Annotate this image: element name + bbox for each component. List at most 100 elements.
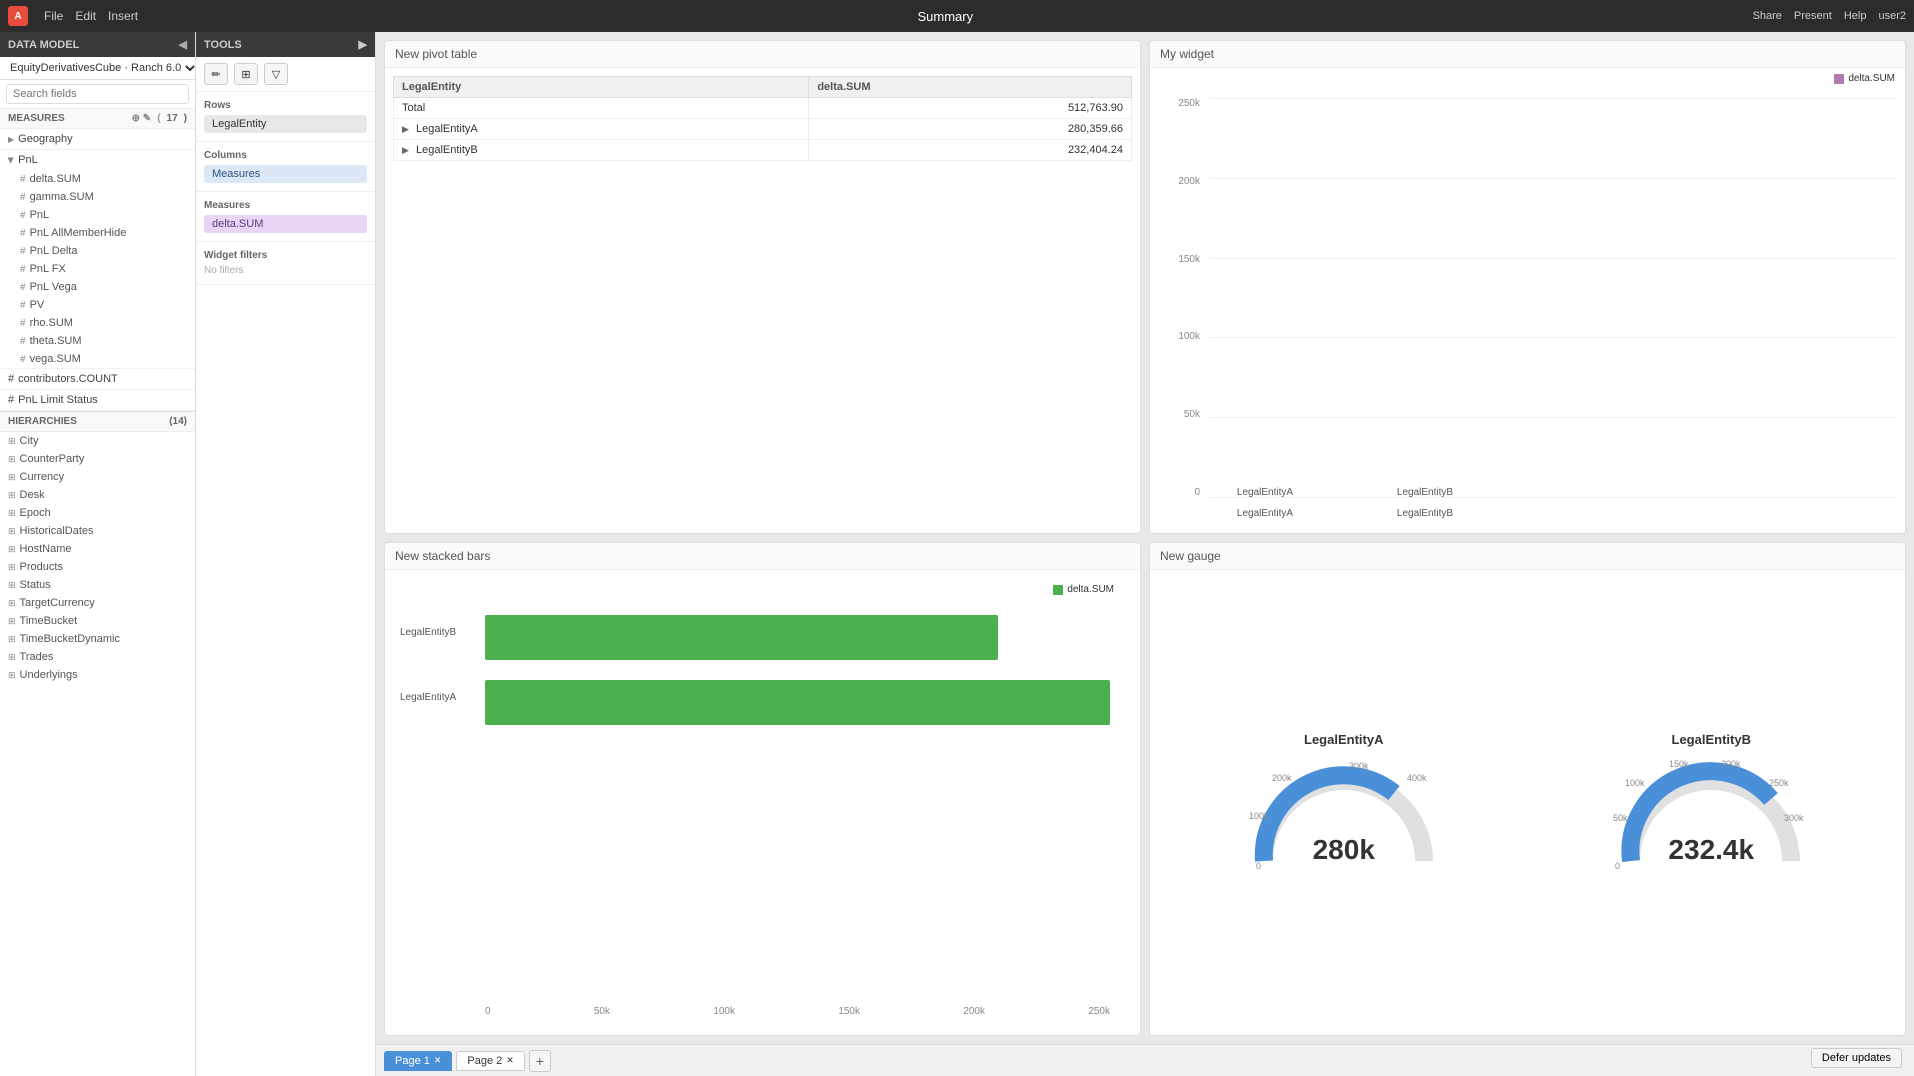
- stacked-legend-dot: [1053, 585, 1063, 595]
- measures-icons[interactable]: ⊕ ✎: [132, 113, 152, 124]
- menu-edit[interactable]: Edit: [75, 9, 96, 23]
- gauge-b-svg-container: 0 50k 100k 150k 200k 250k 300k 232.4k: [1611, 751, 1811, 874]
- hier-targetcurrency[interactable]: ⊞ TargetCurrency: [0, 594, 195, 612]
- measure-rho-sum[interactable]: # rho.SUM: [0, 314, 195, 332]
- contributors-label: contributors.COUNT: [18, 373, 118, 385]
- hash-icon: #: [20, 318, 26, 329]
- svg-text:200k: 200k: [1272, 773, 1292, 783]
- y-label-250k: 250k: [1160, 98, 1200, 109]
- hash-icon: #: [20, 174, 26, 185]
- measure-pnl-fx[interactable]: # PnL FX: [0, 260, 195, 278]
- hier-status[interactable]: ⊞ Status: [0, 576, 195, 594]
- measure-pnl-delta-label: PnL Delta: [30, 245, 78, 257]
- bottom-bar: Page 1 ✕ Page 2 ✕ + Defer updates: [376, 1044, 1914, 1076]
- hash-icon: #: [20, 210, 26, 221]
- columns-config: Columns Measures: [196, 142, 375, 192]
- widget-filters-label: Widget filters: [204, 250, 367, 261]
- tree-group-pnl-limit-header[interactable]: # PnL Limit Status: [0, 390, 195, 410]
- hier-currency[interactable]: ⊞ Currency: [0, 468, 195, 486]
- measure-delta-sum[interactable]: # delta.SUM: [0, 170, 195, 188]
- measure-theta-sum[interactable]: # theta.SUM: [0, 332, 195, 350]
- stacked-bars-title: New stacked bars: [385, 543, 1140, 570]
- hash-icon: #: [20, 354, 26, 365]
- hier-underlyings[interactable]: ⊞ Underlyings: [0, 666, 195, 684]
- menu-insert[interactable]: Insert: [108, 9, 138, 23]
- bar-label-a: LegalEntityA: [1237, 487, 1293, 498]
- gauge-item-b: LegalEntityB 0 50k 100k: [1611, 732, 1811, 874]
- tools-collapse-btn[interactable]: ▶: [359, 38, 367, 51]
- pivot-row-a-label[interactable]: ▶ LegalEntityA: [394, 119, 809, 140]
- svg-text:200k: 200k: [1721, 759, 1741, 769]
- measure-pnl-vega[interactable]: # PnL Vega: [0, 278, 195, 296]
- hier-city[interactable]: ⊞ City: [0, 432, 195, 450]
- svg-text:100k: 100k: [1625, 778, 1645, 788]
- pivot-row-b-label[interactable]: ▶ LegalEntityB: [394, 140, 809, 161]
- x-tick-100k: 100k: [713, 1006, 735, 1017]
- hier-historicaldates[interactable]: ⊞ HistoricalDates: [0, 522, 195, 540]
- bar-label-b: LegalEntityB: [1397, 487, 1453, 498]
- present-button[interactable]: Present: [1794, 10, 1832, 22]
- hier-products-label: Products: [20, 561, 63, 573]
- measure-pnl-allmemberhide[interactable]: # PnL AllMemberHide: [0, 224, 195, 242]
- tree-group-contributors-header[interactable]: # contributors.COUNT: [0, 369, 195, 389]
- stacked-chart: delta.SUM LegalEntityB LegalEntityA: [385, 570, 1140, 1035]
- user-menu[interactable]: user2: [1878, 10, 1906, 22]
- tree-group-geography-header[interactable]: ▶ Geography: [0, 129, 195, 149]
- bar-chart-widget: My widget delta.SUM 250k 200k 150k 100k: [1149, 40, 1906, 534]
- svg-text:0: 0: [1256, 861, 1261, 871]
- hier-trades[interactable]: ⊞ Trades: [0, 648, 195, 666]
- measure-vega-sum[interactable]: # vega.SUM: [0, 350, 195, 368]
- hierarchy-icon: ⊞: [8, 580, 16, 591]
- hier-desk[interactable]: ⊞ Desk: [0, 486, 195, 504]
- page-1-close-btn[interactable]: ✕: [434, 1055, 442, 1066]
- measure-gamma-sum[interactable]: # gamma.SUM: [0, 188, 195, 206]
- y-label-200k: 200k: [1160, 176, 1200, 187]
- tree-group-pnl-header[interactable]: ▶ PnL: [0, 150, 195, 170]
- y-label-50k: 50k: [1160, 409, 1200, 420]
- measures-value[interactable]: delta.SUM: [204, 215, 367, 233]
- help-button[interactable]: Help: [1844, 10, 1867, 22]
- hier-timebucket[interactable]: ⊞ TimeBucket: [0, 612, 195, 630]
- funnel-tool-btn[interactable]: ▽: [264, 63, 288, 85]
- expand-icon[interactable]: ▶: [402, 124, 409, 134]
- measure-pnl[interactable]: # PnL: [0, 206, 195, 224]
- hier-counterparty[interactable]: ⊞ CounterParty: [0, 450, 195, 468]
- measure-pnl-delta[interactable]: # PnL Delta: [0, 242, 195, 260]
- hier-timebucketdynamic[interactable]: ⊞ TimeBucketDynamic: [0, 630, 195, 648]
- measure-rho-sum-label: rho.SUM: [30, 317, 73, 329]
- hier-epoch[interactable]: ⊞ Epoch: [0, 504, 195, 522]
- stacked-row-a-label: LegalEntityA: [400, 692, 456, 703]
- hier-products[interactable]: ⊞ Products: [0, 558, 195, 576]
- pivot-col-entity: LegalEntity: [394, 77, 809, 98]
- measure-pv[interactable]: # PV: [0, 296, 195, 314]
- search-input[interactable]: [6, 84, 189, 104]
- gauge-b-value: 232.4k: [1668, 834, 1754, 866]
- menu-file[interactable]: File: [44, 9, 63, 23]
- cube-select[interactable]: EquityDerivativesCube · Ranch 6.0: [6, 61, 196, 75]
- defer-updates-btn[interactable]: Defer updates: [1811, 1048, 1902, 1068]
- pencil-tool-btn[interactable]: ✏: [204, 63, 228, 85]
- sidebar-header: DATA MODEL ◀: [0, 32, 195, 57]
- tools-title: TOOLS: [204, 39, 242, 51]
- hierarchy-icon: ⊞: [8, 526, 16, 537]
- page-tab-2[interactable]: Page 2 ✕: [456, 1051, 524, 1071]
- page-tab-1[interactable]: Page 1 ✕: [384, 1051, 452, 1071]
- rows-value[interactable]: LegalEntity: [204, 115, 367, 133]
- hash-icon: #: [20, 228, 26, 239]
- pivot-table-widget: New pivot table LegalEntity delta.SUM To…: [384, 40, 1141, 534]
- page-2-close-btn[interactable]: ✕: [506, 1055, 514, 1066]
- columns-label: Columns: [204, 150, 367, 161]
- x-tick-50k: 50k: [594, 1006, 610, 1017]
- sidebar-collapse-btn[interactable]: ◀: [179, 38, 187, 51]
- filter-tool-btn[interactable]: ⊞: [234, 63, 258, 85]
- page-1-label: Page 1: [395, 1055, 430, 1067]
- tools-panel: TOOLS ▶ ✏ ⊞ ▽ Rows LegalEntity Columns M…: [196, 32, 376, 1076]
- expand-icon[interactable]: ▶: [402, 145, 409, 155]
- svg-text:0: 0: [1615, 861, 1620, 871]
- columns-value[interactable]: Measures: [204, 165, 367, 183]
- cube-selector[interactable]: EquityDerivativesCube · Ranch 6.0: [0, 57, 195, 80]
- add-page-btn[interactable]: +: [529, 1050, 551, 1072]
- hier-hostname[interactable]: ⊞ HostName: [0, 540, 195, 558]
- share-button[interactable]: Share: [1753, 10, 1782, 22]
- gauge-item-a: LegalEntityA 0 100k 200k: [1244, 732, 1444, 874]
